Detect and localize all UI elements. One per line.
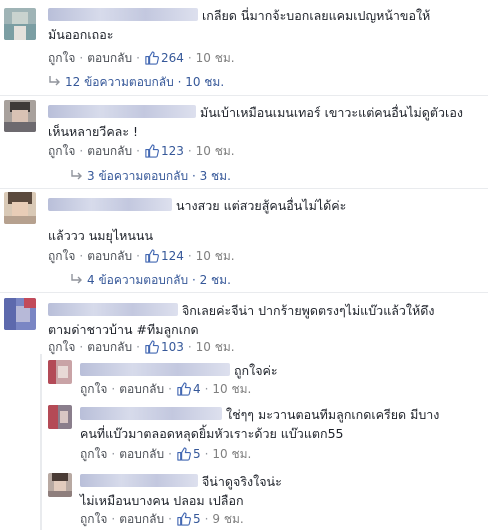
view-replies-link[interactable]: 12 ข้อความตอบกลับ · 10 ชม. — [48, 74, 224, 90]
timestamp[interactable]: 10 ชม. — [196, 340, 235, 354]
thumbs-up-icon[interactable] — [144, 143, 159, 158]
reply-arrow-icon — [71, 170, 82, 180]
reply-button[interactable]: ตอบกลับ — [119, 512, 164, 526]
timestamp[interactable]: 9 ชม. — [212, 512, 243, 526]
reply-text: ใช่ๆๆ มะวานตอนทีมลูกเกดเครียด มีบาง — [225, 407, 440, 422]
avatar[interactable] — [4, 8, 36, 40]
thumbs-up-icon[interactable] — [176, 446, 191, 461]
like-button[interactable]: ถูกใจ — [80, 382, 107, 396]
comment-text: นางสวย แต่สวยสู้คนอื่นไม่ได้ค่ะ — [175, 198, 347, 213]
reply-arrow-icon — [71, 274, 82, 284]
avatar[interactable] — [48, 360, 72, 384]
reply-button[interactable]: ตอบกลับ — [87, 340, 132, 354]
timestamp[interactable]: 10 ชม. — [212, 447, 251, 461]
comment-text-continued: มันออกเถอะ — [48, 27, 114, 42]
like-count[interactable]: 264 — [161, 51, 184, 65]
like-count[interactable]: 5 — [193, 447, 201, 461]
like-count[interactable]: 124 — [161, 249, 184, 263]
comment-divider — [0, 292, 488, 293]
reply-text: ถูกใจค่ะ — [233, 363, 278, 378]
like-button[interactable]: ถูกใจ — [48, 51, 75, 65]
reply-arrow-icon — [49, 76, 60, 86]
reply-text-continued: คนที่แบ๊วมาตลอดหลุดยิ้มหัวเราะด้วย แบ๊วแ… — [80, 426, 344, 441]
like-button[interactable]: ถูกใจ — [48, 144, 75, 158]
comment-divider — [0, 95, 488, 96]
timestamp[interactable]: 10 ชม. — [196, 249, 235, 263]
comment-text: มันเบ้าเหมือนเมนเทอร์ เขาวะแต่คนอื่นไม่ด… — [199, 105, 463, 120]
like-button[interactable]: ถูกใจ — [48, 340, 75, 354]
comment-text: เกลียด นี่มากจ้ะบอกเลยแคมเปญหน้าขอให้ — [201, 8, 431, 23]
commenter-name[interactable] — [80, 407, 222, 420]
thumbs-up-icon[interactable] — [144, 339, 159, 354]
comment-text: จิกเลยค่ะจีน่า ปากร้ายพูดตรงๆไม่แบ๊วแล้ว… — [181, 303, 435, 318]
reply-thread-line — [40, 354, 42, 530]
thumbs-up-icon[interactable] — [144, 50, 159, 65]
like-count[interactable]: 103 — [161, 340, 184, 354]
commenter-name[interactable] — [48, 303, 178, 316]
timestamp[interactable]: 10 ชม. — [196, 144, 235, 158]
comment-text-continued: แล้ววว นมยุไหนนน — [48, 228, 154, 243]
commenter-name[interactable] — [48, 198, 172, 211]
like-count[interactable]: 5 — [193, 512, 201, 526]
reply-button[interactable]: ตอบกลับ — [87, 249, 132, 263]
comment-text-continued: ตามด่าชาวบ้าน #ทีมลูกเกด — [48, 322, 199, 337]
timestamp[interactable]: 10 ชม. — [212, 382, 251, 396]
like-count[interactable]: 4 — [193, 382, 201, 396]
reply-text-continued: ไม่เหมือนบางคน ปลอม เปลือก — [80, 493, 244, 508]
commenter-name[interactable] — [80, 363, 230, 376]
like-button[interactable]: ถูกใจ — [48, 249, 75, 263]
avatar[interactable] — [4, 298, 36, 330]
reply-button[interactable]: ตอบกลับ — [119, 447, 164, 461]
like-button[interactable]: ถูกใจ — [80, 512, 107, 526]
avatar[interactable] — [48, 405, 72, 429]
comment-text-continued: เห็นหลายวีคละ ! — [48, 124, 139, 139]
reply-button[interactable]: ตอบกลับ — [87, 144, 132, 158]
like-button[interactable]: ถูกใจ — [80, 447, 107, 461]
view-replies-link[interactable]: 4 ข้อความตอบกลับ · 2 ชม. — [70, 272, 231, 288]
thumbs-up-icon[interactable] — [176, 381, 191, 396]
view-replies-link[interactable]: 3 ข้อความตอบกลับ · 3 ชม. — [70, 168, 231, 184]
reply-button[interactable]: ตอบกลับ — [119, 382, 164, 396]
comment-divider — [0, 188, 488, 189]
commenter-name[interactable] — [80, 474, 198, 487]
reply-text: จีน่าดูจริงใจน่ะ — [201, 474, 282, 489]
avatar[interactable] — [4, 100, 36, 132]
like-count[interactable]: 123 — [161, 144, 184, 158]
avatar[interactable] — [48, 473, 72, 497]
reply-button[interactable]: ตอบกลับ — [87, 51, 132, 65]
timestamp[interactable]: 10 ชม. — [196, 51, 235, 65]
avatar[interactable] — [4, 192, 36, 224]
commenter-name[interactable] — [48, 8, 198, 21]
thumbs-up-icon[interactable] — [144, 248, 159, 263]
commenter-name[interactable] — [48, 105, 196, 118]
thumbs-up-icon[interactable] — [176, 511, 191, 526]
